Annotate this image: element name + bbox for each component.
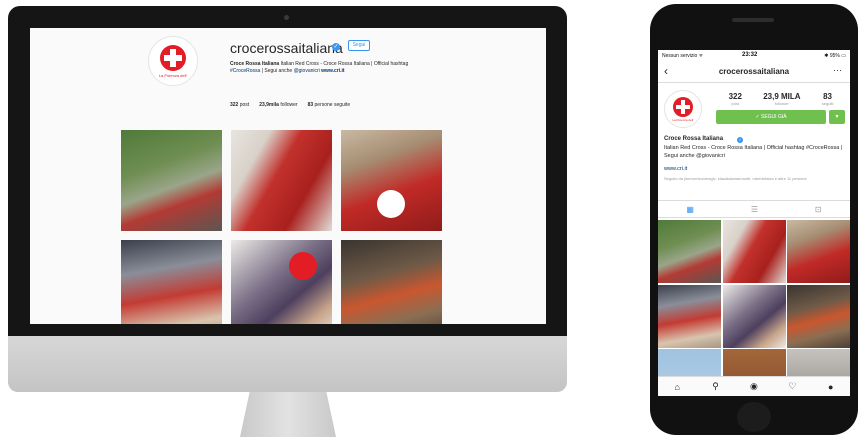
- imac-chin: [8, 336, 567, 392]
- heart-icon[interactable]: ♡: [785, 381, 799, 392]
- avatar-logo-text: La Potenza dell': [158, 72, 188, 78]
- post-thumbnail[interactable]: [121, 240, 222, 324]
- list-view-icon[interactable]: ☰: [751, 205, 758, 214]
- profile-nav-bar: ‹ crocerossaitaliana ···: [658, 61, 850, 83]
- more-options-icon[interactable]: ···: [833, 65, 842, 75]
- profile-avatar[interactable]: La Potenza dell': [664, 90, 702, 128]
- post-thumbnail[interactable]: [722, 284, 786, 348]
- imac-mockup: La Potenza dell' crocerossaitaliana ✓ Se…: [8, 6, 567, 437]
- profile-bio: Croce Rossa Italiana Italian Red Cross -…: [230, 61, 450, 75]
- website-link[interactable]: www.cri.it: [664, 166, 687, 172]
- bio-website-link[interactable]: www.cri.it: [321, 68, 344, 74]
- phone-screen: Nessun servizio ᯤ 23:32 ✱ 95% ▭ ‹ crocer…: [658, 50, 850, 396]
- home-icon[interactable]: ⌂: [670, 382, 684, 392]
- profile-username: crocerossaitaliana: [230, 40, 343, 56]
- post-thumbnail[interactable]: [658, 220, 721, 283]
- battery-indicator: ✱ 95% ▭: [824, 53, 846, 59]
- stat-following[interactable]: 83 seguiti: [822, 92, 834, 106]
- stat-followers[interactable]: 23,9 MILA follower: [763, 92, 800, 106]
- bio-text-2: | Segui anche: [261, 68, 293, 74]
- grid-view-icon[interactable]: ▦: [686, 205, 694, 214]
- post-grid: [658, 220, 850, 396]
- post-thumbnail[interactable]: [722, 220, 786, 283]
- post-thumbnail[interactable]: [341, 240, 442, 324]
- post-grid: [121, 130, 444, 324]
- imac-bezel: La Potenza dell' crocerossaitaliana ✓ Se…: [8, 6, 567, 336]
- verified-icon: ✓: [737, 137, 743, 143]
- carrier-text: Nessun servizio ᯤ: [662, 53, 704, 59]
- home-button[interactable]: [737, 402, 771, 432]
- status-bar: Nessun servizio ᯤ 23:32 ✱ 95% ▭: [658, 50, 850, 61]
- profile-name: Croce Rossa Italiana: [664, 136, 724, 142]
- bio-handle-link[interactable]: @giovanicri: [294, 68, 320, 74]
- post-thumbnail[interactable]: [231, 240, 332, 324]
- imac-stand: [240, 392, 336, 437]
- post-thumbnail[interactable]: [231, 130, 332, 231]
- bio-hashtag[interactable]: #CroceRossa: [230, 68, 260, 74]
- followed-by-text[interactable]: Seguito da jimmorrisonmagic, klaudialama…: [664, 176, 846, 182]
- search-icon[interactable]: ⚲: [709, 381, 723, 392]
- following-button[interactable]: ✓ SEGUI GIÀ: [716, 110, 826, 124]
- stat-posts: 322 post: [728, 92, 742, 106]
- red-cross-icon: [673, 96, 693, 117]
- post-thumbnail[interactable]: [787, 284, 850, 348]
- verified-icon: ✓: [332, 43, 340, 51]
- speaker-grille: [732, 18, 774, 22]
- follow-button[interactable]: Segui: [348, 40, 370, 51]
- post-thumbnail[interactable]: [658, 284, 721, 348]
- tagged-view-icon[interactable]: ⊡: [815, 205, 822, 214]
- red-cross-icon: [289, 252, 317, 280]
- stat-followers[interactable]: 23,9mila follower: [259, 102, 297, 108]
- post-thumbnail[interactable]: [121, 130, 222, 231]
- profile-icon[interactable]: ●: [824, 382, 838, 392]
- stat-following[interactable]: 83 persone seguite: [308, 102, 351, 108]
- chevron-down-icon[interactable]: ▾: [829, 110, 845, 124]
- avatar-logo-text: La Potenza dell': [672, 117, 694, 122]
- profile-stats: 322 post 23,9mila follower 83 persone se…: [230, 102, 350, 108]
- post-thumbnail[interactable]: [341, 130, 442, 231]
- desktop-screen: La Potenza dell' crocerossaitaliana ✓ Se…: [30, 28, 546, 324]
- post-thumbnail[interactable]: [787, 220, 850, 283]
- red-cross-icon: [160, 44, 186, 71]
- camera-icon[interactable]: ◉: [747, 381, 761, 392]
- bio-text: Italian Red Cross - Croce Rossa Italiana…: [280, 61, 409, 67]
- profile-stats: 322 post 23,9 MILA follower 83 seguiti: [718, 92, 844, 106]
- bottom-tab-bar: ⌂ ⚲ ◉ ♡ ●: [658, 376, 850, 396]
- camera-icon: [284, 15, 289, 20]
- iphone-mockup: Nessun servizio ᯤ 23:32 ✱ 95% ▭ ‹ crocer…: [650, 4, 858, 435]
- profile-avatar[interactable]: La Potenza dell': [148, 36, 198, 86]
- stat-posts: 322 post: [230, 102, 250, 108]
- bio-name: Croce Rossa Italiana: [230, 61, 280, 67]
- profile-view-tabs: ▦ ☰ ⊡: [658, 200, 850, 218]
- nav-title: crocerossaitaliana: [718, 67, 790, 76]
- status-clock: 23:32: [742, 52, 758, 58]
- profile-bio: Italian Red Cross - Croce Rossa Italiana…: [664, 145, 843, 159]
- red-cross-icon: [377, 190, 405, 218]
